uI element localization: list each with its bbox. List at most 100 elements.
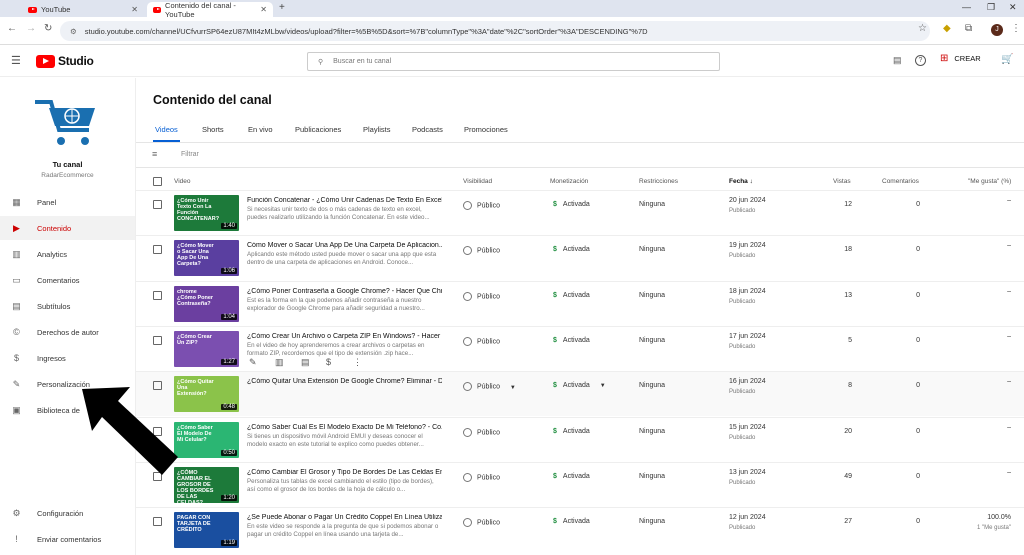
- video-title[interactable]: ¿Cómo Saber Cuál Es El Modelo Exacto De …: [247, 424, 442, 431]
- video-title[interactable]: ¿Cómo Cambiar El Grosor y Tipo De Bordes…: [247, 469, 442, 476]
- sidebar-item-panel[interactable]: ▦ Panel: [0, 190, 135, 214]
- tab-promotions[interactable]: Promociones: [464, 125, 508, 134]
- video-thumbnail[interactable]: ¿Cómo Quitar Una Extensión? 0:48: [174, 376, 239, 413]
- help-icon[interactable]: ?: [915, 55, 926, 66]
- col-comments[interactable]: Comentarios: [882, 178, 919, 185]
- visibility-cell[interactable]: Público ▼: [463, 382, 516, 392]
- row-checkbox[interactable]: [153, 200, 162, 209]
- sidebar-item-settings[interactable]: ⚙ Configuración: [0, 501, 135, 525]
- row-checkbox[interactable]: [153, 335, 162, 345]
- close-tab-icon[interactable]: ✕: [131, 5, 138, 14]
- filter-icon[interactable]: ≡: [152, 149, 157, 159]
- browser-tab-content[interactable]: Contenido del canal - YouTube ✕: [147, 1, 273, 19]
- profile-avatar-icon[interactable]: J: [991, 24, 1003, 36]
- monetization-cell[interactable]: $ Activada: [553, 473, 590, 480]
- monetization-cell[interactable]: $ Activada: [553, 292, 590, 299]
- sidebar-item-copyright[interactable]: © Derechos de autor: [0, 320, 135, 344]
- account-avatar-icon[interactable]: 🛒: [1001, 54, 1013, 65]
- comments-icon[interactable]: ▤: [301, 357, 310, 368]
- browser-menu-icon[interactable]: ⋮: [1011, 23, 1021, 34]
- video-title[interactable]: ¿Cómo Quitar Una Extensión De Google Chr…: [247, 378, 442, 385]
- monetization-cell[interactable]: $ Activada: [553, 337, 590, 344]
- forward-icon[interactable]: →: [26, 23, 36, 34]
- visibility-cell[interactable]: Público: [463, 427, 500, 437]
- video-title[interactable]: Función Concatenar - ¿Cómo Unir Cadenas …: [247, 197, 442, 204]
- col-monetization[interactable]: Monetización: [550, 178, 588, 185]
- url-field[interactable]: ⚙ studio.youtube.com/channel/UCfvurrSP64…: [60, 21, 930, 41]
- monetization-cell[interactable]: $ Activada: [553, 518, 590, 525]
- reload-icon[interactable]: ↻: [44, 23, 52, 34]
- tab-posts[interactable]: Publicaciones: [295, 125, 341, 134]
- col-restrictions[interactable]: Restricciones: [639, 178, 678, 185]
- sidebar-item-subtitles[interactable]: ▤ Subtítulos: [0, 294, 135, 318]
- channel-avatar[interactable]: [35, 96, 97, 148]
- studio-logo[interactable]: Studio: [36, 54, 94, 68]
- sidebar-item-analytics[interactable]: ▥ Analytics: [0, 242, 135, 266]
- video-thumbnail[interactable]: chrome ¿Cómo Poner Contraseña? 1:04: [174, 285, 239, 322]
- filter-input[interactable]: Filtrar: [181, 151, 199, 158]
- back-icon[interactable]: ←: [7, 23, 17, 34]
- sidebar-item-content[interactable]: ▶ Contenido: [0, 216, 135, 240]
- row-checkbox[interactable]: [153, 517, 162, 527]
- tab-shorts[interactable]: Shorts: [202, 125, 224, 134]
- select-all-checkbox[interactable]: [153, 177, 162, 186]
- video-title[interactable]: ¿Se Puede Abonar o Pagar Un Crédito Copp…: [247, 514, 442, 521]
- new-tab-button[interactable]: +: [279, 2, 285, 13]
- monetization-cell[interactable]: $ Activada ▼: [553, 382, 606, 389]
- tab-videos[interactable]: Videos: [155, 125, 178, 134]
- more-options-icon[interactable]: ⋮: [353, 357, 362, 368]
- extension-icon[interactable]: ◆: [943, 23, 951, 34]
- visibility-cell[interactable]: Público: [463, 201, 500, 210]
- video-thumbnail[interactable]: PAGAR CON TARJETA DE CRÉDITO 1:19: [174, 512, 239, 549]
- table-row[interactable]: ¿Cómo Mover o Sacar Una App De Una Carpe…: [136, 235, 1024, 280]
- visibility-cell[interactable]: Público: [463, 472, 500, 482]
- video-title[interactable]: Cómo Mover o Sacar Una App De Una Carpet…: [247, 242, 442, 249]
- close-tab-icon[interactable]: ✕: [260, 5, 267, 14]
- monetization-cell[interactable]: $ Activada: [553, 246, 590, 253]
- sidebar-item-comments[interactable]: ▭ Comentarios: [0, 268, 135, 292]
- channel-search-input[interactable]: ⚲ Buscar en tu canal: [307, 52, 720, 71]
- chevron-down-icon[interactable]: ▼: [600, 383, 606, 389]
- sidebar-item-feedback[interactable]: ! Enviar comentarios: [0, 527, 135, 551]
- minimize-icon[interactable]: —: [962, 2, 971, 12]
- table-row[interactable]: ¿Cómo Unir Texto Con La Función CONCATEN…: [136, 190, 1024, 235]
- create-button[interactable]: ⊞ CREAR: [940, 53, 981, 64]
- tab-live[interactable]: En vivo: [248, 125, 273, 134]
- col-views[interactable]: Vistas: [833, 178, 851, 185]
- messages-icon[interactable]: ▤: [893, 55, 902, 66]
- tab-podcasts[interactable]: Podcasts: [412, 125, 443, 134]
- visibility-cell[interactable]: Público: [463, 336, 500, 346]
- visibility-cell[interactable]: Público: [463, 246, 500, 256]
- row-checkbox[interactable]: [153, 290, 162, 300]
- monetization-cell[interactable]: $ Activada: [553, 201, 590, 208]
- table-row[interactable]: PAGAR CON TARJETA DE CRÉDITO 1:19 ¿Se Pued…: [136, 507, 1024, 552]
- col-date[interactable]: Fecha ↓: [729, 178, 753, 185]
- bookmark-star-icon[interactable]: ☆: [918, 23, 927, 34]
- table-row[interactable]: ¿Cómo Quitar Una Extensión? 0:48 ¿Cómo Qui…: [136, 371, 1024, 417]
- video-title[interactable]: ¿Cómo Crear Un Archivo o Carpeta ZIP En …: [247, 333, 442, 340]
- edit-details-icon[interactable]: ✎: [249, 357, 257, 368]
- sidebar-item-earn[interactable]: $ Ingresos: [0, 346, 135, 370]
- table-row[interactable]: chrome ¿Cómo Poner Contraseña? 1:04 ¿Cómo …: [136, 280, 1024, 326]
- video-thumbnail[interactable]: ¿CÓMO CAMBIAR EL GROSOR DE LOS BORDES DE…: [174, 466, 239, 503]
- visibility-cell[interactable]: Público: [463, 291, 500, 301]
- monetization-icon[interactable]: $: [326, 357, 331, 367]
- monetization-cell[interactable]: $ Activada: [553, 428, 590, 435]
- video-thumbnail[interactable]: ¿Cómo Saber El Modelo De Mi Celular? 0:50: [174, 421, 239, 458]
- site-info-icon[interactable]: ⚙: [70, 27, 77, 36]
- table-row[interactable]: ¿Cómo Saber El Modelo De Mi Celular? 0:50…: [136, 416, 1024, 462]
- chevron-down-icon[interactable]: ▼: [510, 385, 516, 391]
- restore-icon[interactable]: ❐: [987, 2, 995, 13]
- col-visibility[interactable]: Visibilidad: [463, 178, 492, 185]
- visibility-cell[interactable]: Público: [463, 518, 500, 528]
- video-title[interactable]: ¿Cómo Poner Contraseña a Google Chrome? …: [247, 288, 442, 295]
- col-likes[interactable]: "Me gusta" (%): [968, 178, 1011, 185]
- close-window-icon[interactable]: ✕: [1009, 2, 1017, 13]
- tab-playlists[interactable]: Playlists: [363, 125, 391, 134]
- table-row[interactable]: ¿CÓMO CAMBIAR EL GROSOR DE LOS BORDES DE…: [136, 461, 1024, 507]
- video-thumbnail[interactable]: ¿Cómo Mover o Sacar Una App De Una Carpe…: [174, 240, 239, 277]
- video-thumbnail[interactable]: ¿Cómo Unir Texto Con La Función CONCATEN…: [174, 195, 239, 231]
- hamburger-menu-icon[interactable]: ☰: [11, 54, 21, 67]
- analytics-icon[interactable]: ▥: [275, 357, 284, 368]
- extensions-puzzle-icon[interactable]: ⧉: [965, 23, 972, 34]
